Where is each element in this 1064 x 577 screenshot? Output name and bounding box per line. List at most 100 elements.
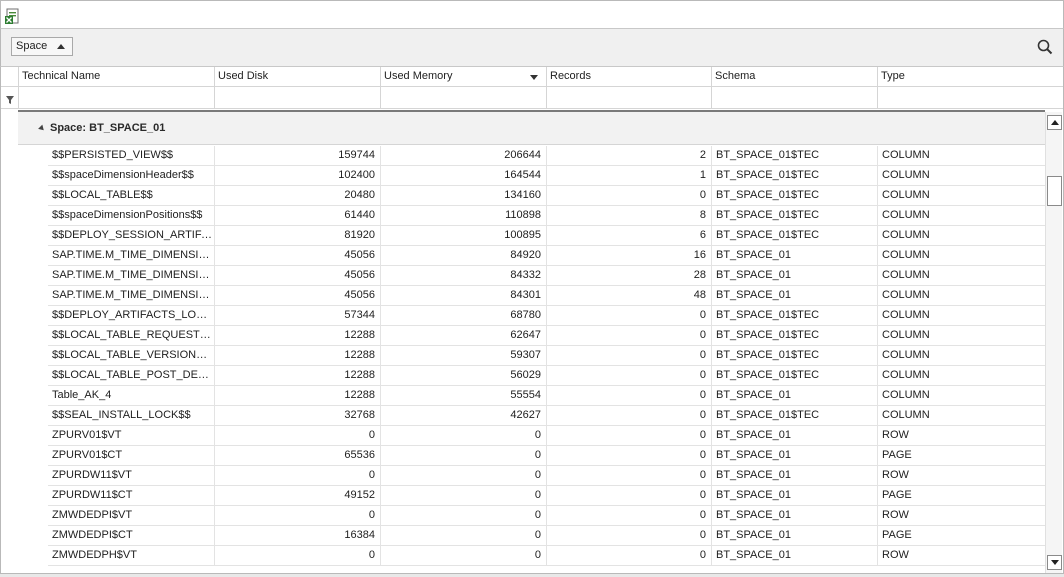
collapse-group-icon[interactable] [38, 124, 46, 133]
cell-used-disk: 12288 [214, 326, 380, 346]
cell-records: 0 [546, 446, 711, 466]
table-row[interactable]: ZPURV01$CT 65536 0 0 BT_SPACE_01 PAGE [48, 446, 1045, 466]
cell-used-memory: 62647 [380, 326, 546, 346]
table-row[interactable]: ZPURDW11$CT 49152 0 0 BT_SPACE_01 PAGE [48, 486, 1045, 506]
cell-used-memory: 0 [380, 546, 546, 566]
column-header-type[interactable]: Type [877, 67, 1045, 87]
table-row[interactable]: Table_AK_4 12288 55554 0 BT_SPACE_01 COLUMN [48, 386, 1045, 406]
cell-used-disk: 57344 [214, 306, 380, 326]
cell-type: ROW [877, 546, 1045, 566]
cell-technical-name: ZMWDEDPI$CT [52, 529, 133, 541]
cell-type: COLUMN [877, 206, 1045, 226]
cell-records: 0 [546, 466, 711, 486]
filter-records[interactable] [546, 87, 711, 109]
cell-schema: BT_SPACE_01$TEC [711, 146, 877, 166]
column-header-used-disk[interactable]: Used Disk [214, 67, 380, 87]
data-grid: Technical Name Used Disk Used Memory Rec… [0, 67, 1064, 573]
table-row[interactable]: SAP.TIME.M_TIME_DIMENSIO... 45056 84920 16 B… [48, 246, 1045, 266]
column-header-technical-name[interactable]: Technical Name [18, 67, 214, 87]
scrollbar-thumb[interactable] [1047, 176, 1062, 206]
group-by-bar: Space [0, 29, 1064, 67]
table-row[interactable]: ZMWDEDPI$VT 0 0 0 BT_SPACE_01 ROW [48, 506, 1045, 526]
cell-technical-name: ZPURDW11$VT [52, 469, 132, 481]
cell-used-memory: 164544 [380, 166, 546, 186]
column-header-schema[interactable]: Schema [711, 67, 877, 87]
cell-technical-name: $$DEPLOY_SESSION_ARTIFA... [52, 229, 214, 241]
cell-technical-name: $$SEAL_INSTALL_LOCK$$ [52, 409, 191, 421]
table-row[interactable]: $$spaceDimensionPositions$$ 61440 110898 8 B… [48, 206, 1045, 226]
cell-type: COLUMN [877, 346, 1045, 366]
cell-type: ROW [877, 466, 1045, 486]
vertical-scrollbar[interactable] [1045, 112, 1062, 573]
table-row[interactable]: ZMWDEDPH$VT 0 0 0 BT_SPACE_01 ROW [48, 546, 1045, 566]
cell-used-memory: 0 [380, 506, 546, 526]
scroll-up-button[interactable] [1047, 115, 1062, 130]
table-row[interactable]: $$LOCAL_TABLE_REQUESTS$$ 12288 62647 0 BT_SP… [48, 326, 1045, 346]
cell-type: COLUMN [877, 326, 1045, 346]
cell-records: 0 [546, 306, 711, 326]
filter-schema[interactable] [711, 87, 877, 109]
cell-technical-name: SAP.TIME.M_TIME_DIMENSIO... [52, 249, 214, 261]
search-icon[interactable] [1037, 39, 1053, 55]
cell-records: 0 [546, 426, 711, 446]
cell-used-disk: 16384 [214, 526, 380, 546]
cell-type: PAGE [877, 446, 1045, 466]
cell-used-disk: 102400 [214, 166, 380, 186]
table-row[interactable]: $$LOCAL_TABLE$$ 20480 134160 0 BT_SPACE_01$T… [48, 186, 1045, 206]
cell-records: 0 [546, 326, 711, 346]
table-row[interactable]: ZPURDW11$VT 0 0 0 BT_SPACE_01 ROW [48, 466, 1045, 486]
table-row[interactable]: $$PERSISTED_VIEW$$ 159744 206644 2 BT_SPACE_… [48, 146, 1045, 166]
cell-used-disk: 61440 [214, 206, 380, 226]
scroll-down-button[interactable] [1047, 555, 1062, 570]
cell-schema: BT_SPACE_01$TEC [711, 186, 877, 206]
table-row[interactable]: $$spaceDimensionHeader$$ 102400 164544 1 BT_… [48, 166, 1045, 186]
cell-used-disk: 0 [214, 426, 380, 446]
filter-technical-name[interactable] [18, 87, 214, 109]
table-row[interactable]: ZMWDEDPI$CT 16384 0 0 BT_SPACE_01 PAGE [48, 526, 1045, 546]
cell-technical-name: $$LOCAL_TABLE_VERSIONS$$ [52, 349, 214, 361]
cell-used-disk: 12288 [214, 386, 380, 406]
cell-used-disk: 45056 [214, 246, 380, 266]
cell-schema: BT_SPACE_01$TEC [711, 326, 877, 346]
cell-used-disk: 45056 [214, 266, 380, 286]
cell-schema: BT_SPACE_01$TEC [711, 366, 877, 386]
table-row[interactable]: $$DEPLOY_ARTIFACTS_LOCK$$ 57344 68780 0 BT_S… [48, 306, 1045, 326]
group-by-space-chip[interactable]: Space [11, 37, 73, 56]
cell-used-memory: 84301 [380, 286, 546, 306]
cell-schema: BT_SPACE_01 [711, 546, 877, 566]
cell-used-memory: 0 [380, 466, 546, 486]
cell-schema: BT_SPACE_01$TEC [711, 406, 877, 426]
column-header-records[interactable]: Records [546, 67, 711, 87]
excel-export-icon[interactable] [5, 8, 21, 25]
table-row[interactable]: SAP.TIME.M_TIME_DIMENSIO... 45056 84301 48 B… [48, 286, 1045, 306]
cell-records: 0 [546, 346, 711, 366]
cell-used-memory: 0 [380, 486, 546, 506]
table-row[interactable]: $$LOCAL_TABLE_POST_DEPL... 12288 56029 0 BT_… [48, 366, 1045, 386]
cell-used-memory: 134160 [380, 186, 546, 206]
column-header-used-memory[interactable]: Used Memory [380, 67, 546, 87]
table-row[interactable]: SAP.TIME.M_TIME_DIMENSIO... 45056 84332 28 B… [48, 266, 1045, 286]
table-row[interactable]: $$SEAL_INSTALL_LOCK$$ 32768 42627 0 BT_SPACE… [48, 406, 1045, 426]
cell-type: COLUMN [877, 246, 1045, 266]
table-row[interactable]: $$DEPLOY_SESSION_ARTIFA... 81920 100895 6 BT… [48, 226, 1045, 246]
cell-schema: BT_SPACE_01 [711, 286, 877, 306]
filter-used-memory[interactable] [380, 87, 546, 109]
group-row-space[interactable]: Space: BT_SPACE_01 [18, 112, 1045, 145]
cell-used-memory: 0 [380, 446, 546, 466]
cell-technical-name: Table_AK_4 [52, 389, 112, 401]
table-row[interactable]: ZPURV01$VT 0 0 0 BT_SPACE_01 ROW [48, 426, 1045, 446]
cell-type: PAGE [877, 486, 1045, 506]
cell-records: 0 [546, 406, 711, 426]
cell-records: 0 [546, 506, 711, 526]
filter-icon[interactable] [6, 95, 14, 104]
table-row[interactable]: $$LOCAL_TABLE_VERSIONS$$ 12288 59307 0 BT_SP… [48, 346, 1045, 366]
cell-type: COLUMN [877, 306, 1045, 326]
cell-technical-name: ZMWDEDPH$VT [52, 549, 137, 561]
filter-used-disk[interactable] [214, 87, 380, 109]
cell-used-disk: 0 [214, 466, 380, 486]
cell-used-memory: 110898 [380, 206, 546, 226]
cell-records: 0 [546, 186, 711, 206]
filter-type[interactable] [877, 87, 1045, 109]
cell-schema: BT_SPACE_01 [711, 506, 877, 526]
cell-type: COLUMN [877, 366, 1045, 386]
